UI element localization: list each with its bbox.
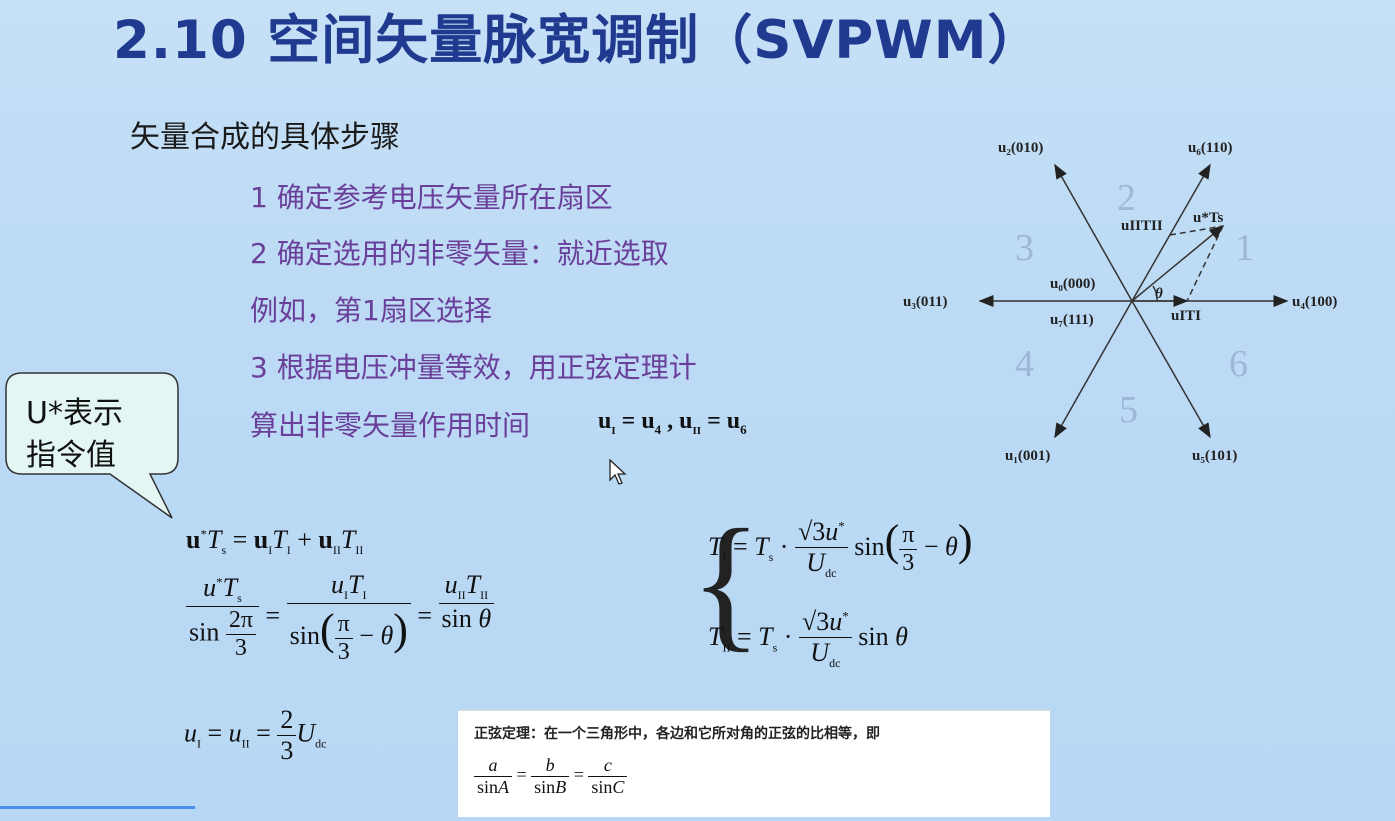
sector-4: 4	[1015, 343, 1034, 385]
step-1: 1 确定参考电压矢量所在扇区	[250, 181, 613, 214]
step-example: 例如，第1扇区选择	[250, 294, 492, 327]
step-2: 2 确定选用的非零矢量：就近选取	[250, 237, 669, 270]
vector-diagram: u₄(100) u₆(110) u₂(010) u₃(011) u₁(001) …	[903, 140, 1337, 464]
component-ref: u*Ts	[1193, 210, 1223, 226]
sine-law-note: 正弦定理：在一个三角形中，各边和它所对角的正弦的比相等，即 a sinA = bs…	[458, 710, 1050, 817]
vector-label-u6: u₆(110)	[1188, 140, 1233, 156]
equivalence-formula: uI = u4 , uII = u6	[598, 408, 747, 437]
sector-3: 3	[1015, 227, 1034, 269]
mouse-pointer-icon	[609, 458, 627, 485]
vector-label-u4: u₄(100)	[1292, 294, 1337, 310]
vector-label-u3: u₃(011)	[903, 294, 948, 310]
eq-magnitude: uI = uII = 2 3 Udc	[184, 705, 327, 765]
eq-sine-ratio: u*Ts sin 2π 3 = uITI sin(π 3 − θ) = uIITII si…	[186, 570, 495, 666]
video-progress-bar[interactable]	[0, 806, 195, 809]
vector-label-u2: u₂(010)	[998, 140, 1043, 156]
note-text: 正弦定理：在一个三角形中，各边和它所对角的正弦的比相等，即	[474, 726, 880, 742]
step-3: 3 根据电压冲量等效，用正弦定理计	[250, 351, 697, 384]
sector-2: 2	[1117, 177, 1136, 219]
vector-label-u1: u₁(001)	[1005, 448, 1050, 464]
sector-1: 1	[1235, 227, 1254, 269]
callout-line-2: 指令值	[26, 438, 116, 473]
eq-volt-second: u*Ts = uITI + uIITII	[186, 525, 364, 558]
sector-5: 5	[1119, 389, 1138, 431]
zero-label-u7: u₇(111)	[1050, 312, 1094, 328]
step-3-cont: 算出非零矢量作用时间	[250, 409, 531, 442]
angle-theta: θ	[1155, 286, 1163, 302]
callout-line-1: U*表示	[26, 396, 123, 431]
note-formula: a sinA = b sinB = c sinC	[474, 755, 628, 798]
zero-label-u0: u₀(000)	[1050, 276, 1095, 292]
sector-6: 6	[1229, 343, 1248, 385]
vector-label-u5: u₅(101)	[1192, 448, 1237, 464]
slide-title: 2.10 空间矢量脉宽调制（SVPWM）	[113, 10, 1042, 71]
component-u2t2: uIITII	[1121, 218, 1163, 234]
component-u1t1: uITI	[1171, 308, 1201, 324]
